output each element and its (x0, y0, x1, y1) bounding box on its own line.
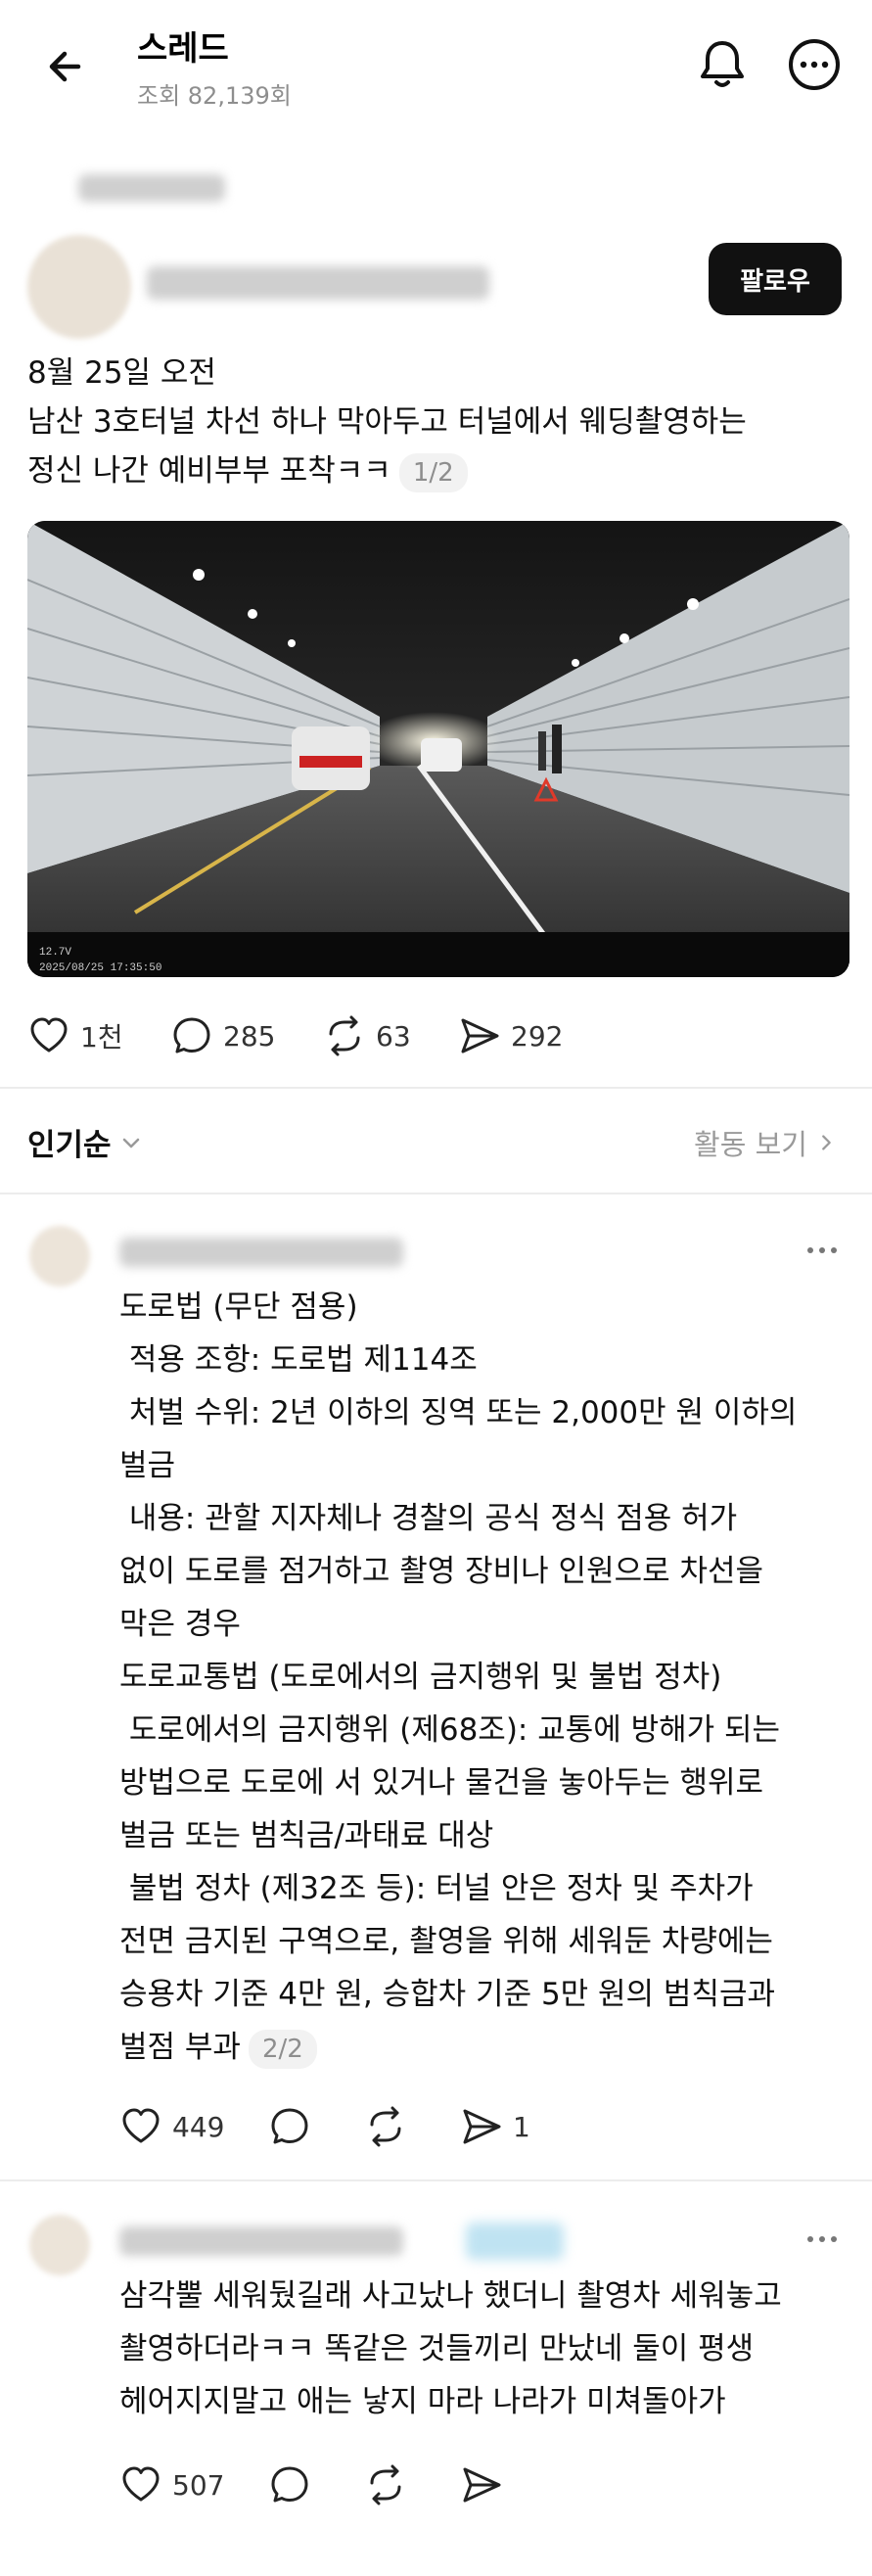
comment-line: 전면 금지된 구역으로, 촬영을 위해 세워둔 차량에는 (119, 1924, 773, 1959)
comment-line: 촬영하더라ㅋㅋ 똑같은 것들끼리 만났네 둘이 평생 (119, 2331, 755, 2366)
comment-line: 헤어지지말고 애는 낳지 마라 나라가 미쳐돌아가 (119, 2384, 726, 2419)
comment-line-text: 벌점 부과 (119, 2030, 241, 2065)
comment-line: 내용: 관할 지자체나 경찰의 공식 정식 점용 허가 (119, 1501, 738, 1536)
divider (0, 2179, 872, 2181)
share-count: 292 (511, 1019, 564, 1053)
chevron-down-icon (122, 1138, 139, 1147)
sort-dropdown[interactable]: 인기순 (27, 1120, 143, 1164)
view-activity-link[interactable]: 활동 보기 (694, 1122, 837, 1163)
comment-author-blurred[interactable] (119, 2226, 403, 2256)
share-count: 1 (513, 2110, 530, 2143)
more-options-icon[interactable] (783, 33, 846, 96)
comment-body: 도로법 (무단 점용) 적용 조항: 도로법 제114조 처벌 수위: 2년 이… (119, 1281, 797, 2074)
sort-label: 인기순 (27, 1128, 112, 1163)
comment-button[interactable]: 285 (170, 1008, 275, 1063)
comment-line: 처벌 수위: 2년 이하의 징역 또는 2,000만 원 이하의 (119, 1395, 798, 1430)
page-indicator: 2/2 (248, 2029, 317, 2069)
comment-line: 승용차 기준 4만 원, 승합차 기준 5만 원의 범칙금과 (119, 1977, 776, 2012)
comment-bubble-icon (173, 1017, 210, 1054)
comment-line: 벌금 (119, 1448, 176, 1483)
heart-icon (122, 2108, 160, 2143)
comment-actions: 449 1 (119, 2099, 804, 2154)
comment-count: 285 (223, 1019, 276, 1053)
like-count: 507 (172, 2468, 225, 2502)
like-count: 1천 (80, 1021, 123, 1054)
comment-line: 적용 조항: 도로법 제114조 (119, 1342, 478, 1378)
post-line: 남산 3호터널 차선 하나 막아두고 터널에서 웨딩촬영하는 (27, 404, 747, 440)
like-button[interactable]: 449 (119, 2099, 224, 2154)
divider (0, 1087, 872, 1089)
share-button[interactable]: 292 (458, 1008, 563, 1063)
comment-body: 삼각뿔 세워뒀길래 사고났나 했더니 촬영차 세워놓고 촬영하더라ㅋㅋ 똑같은 … (119, 2270, 782, 2428)
share-send-icon (463, 2467, 501, 2503)
author-badge-blurred (466, 2223, 564, 2260)
comment-line: 막은 경우 (119, 1607, 241, 1642)
video-overlay-line2: 2025/08/25 17:35:50 (39, 962, 161, 974)
comment-button[interactable] (268, 2099, 311, 2154)
chevron-right-icon (822, 1135, 831, 1150)
header-bar: 스레드 조회 82,139회 (0, 0, 872, 137)
comment-line: 벌금 또는 범칙금/과태료 대상 (119, 1818, 494, 1853)
comment-button[interactable] (268, 2458, 311, 2512)
page-title: 스레드 (137, 29, 229, 69)
like-count: 449 (172, 2110, 225, 2143)
page-indicator: 1/2 (398, 452, 468, 492)
author-avatar[interactable] (27, 235, 131, 339)
post-line-text: 정신 나간 예비부부 포착ㅋㅋ (27, 453, 391, 489)
heart-icon (30, 1017, 68, 1053)
like-button[interactable]: 507 (119, 2458, 224, 2512)
comment-bubble-icon (271, 2108, 308, 2144)
comment-avatar[interactable] (29, 1226, 90, 1287)
comment-avatar[interactable] (29, 2215, 90, 2275)
repost-icon (370, 2106, 401, 2147)
repost-button[interactable] (364, 2099, 407, 2154)
repost-icon (329, 1015, 360, 1056)
comment-actions: 507 (119, 2458, 804, 2512)
share-send-icon (461, 1018, 499, 1054)
back-arrow-icon[interactable] (39, 37, 98, 96)
share-send-icon (463, 2109, 501, 2144)
heart-icon (122, 2466, 160, 2502)
share-button[interactable]: 1 (460, 2099, 530, 2154)
repost-count: 63 (376, 1019, 411, 1053)
divider (0, 1193, 872, 1194)
comment-line: 도로에서의 금지행위 (제68조): 교통에 방해가 되는 (119, 1712, 781, 1748)
video-overlay-line1: 12.7V (39, 947, 71, 959)
repost-button[interactable] (364, 2458, 407, 2512)
post-line: 정신 나간 예비부부 포착ㅋㅋ 1/2 (27, 446, 849, 495)
comment-line: 도로교통법 (도로에서의 금지행위 및 불법 정차) (119, 1660, 722, 1695)
repost-button[interactable]: 63 (323, 1008, 411, 1063)
view-count: 조회 82,139회 (137, 82, 292, 110)
comment-line: 삼각뿔 세워뒀길래 사고났나 했더니 촬영차 세워놓고 (119, 2278, 782, 2314)
reposter-name-blurred (78, 174, 225, 202)
activity-label: 활동 보기 (694, 1128, 807, 1161)
comment-line: 불법 정차 (제32조 등): 터널 안은 정차 및 주차가 (119, 1871, 754, 1906)
post-actions: 1천 285 63 292 (27, 1008, 849, 1063)
author-name-blurred[interactable] (147, 266, 489, 300)
comment-line: 벌점 부과 2/2 (119, 2021, 797, 2074)
comment-bubble-icon (271, 2466, 308, 2503)
more-options-icon[interactable] (801, 2225, 844, 2254)
comment-author-blurred[interactable] (119, 1238, 403, 1267)
post-body: 8월 25일 오전 남산 3호터널 차선 하나 막아두고 터널에서 웨딩촬영하는… (27, 349, 849, 495)
post-line: 8월 25일 오전 (27, 355, 216, 391)
comment-line: 없이 도로를 점거하고 촬영 장비나 인원으로 차선을 (119, 1554, 764, 1589)
comment-line: 도로법 (무단 점용) (119, 1289, 358, 1325)
follow-button[interactable]: 팔로우 (709, 243, 842, 315)
bell-icon[interactable] (691, 33, 754, 96)
post-image-tunnel[interactable]: 12.7V 2025/08/25 17:35:50 (27, 521, 849, 977)
repost-icon (370, 2464, 401, 2506)
like-button[interactable]: 1천 (27, 1008, 123, 1063)
comment-line: 방법으로 도로에 서 있거나 물건을 놓아두는 행위로 (119, 1765, 764, 1801)
more-options-icon[interactable] (801, 1236, 844, 1265)
share-button[interactable] (460, 2458, 503, 2512)
